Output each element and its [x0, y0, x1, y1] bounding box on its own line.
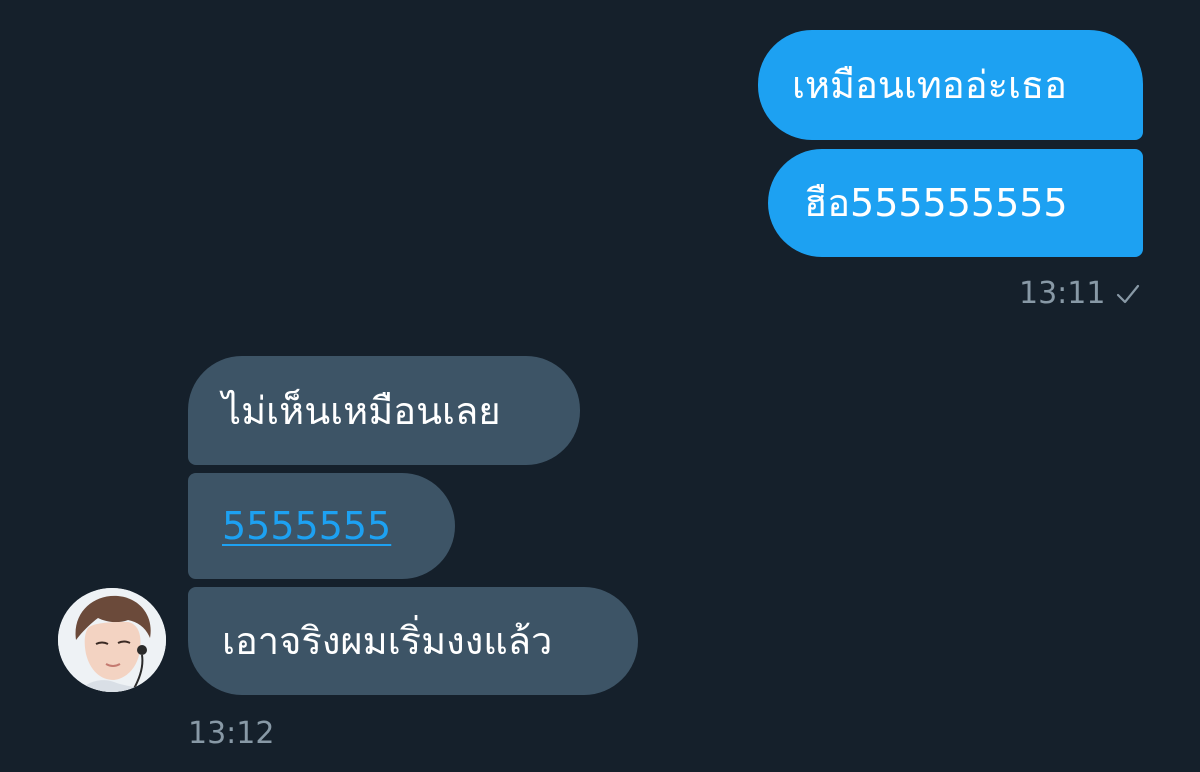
avatar-image [58, 588, 166, 692]
incoming-message-bubble[interactable]: 5555555 [188, 473, 455, 579]
outgoing-message-bubble[interactable]: เหมือนเทออ่ะเธอ [758, 30, 1143, 140]
message-text: ฮือ555555555 [804, 181, 1068, 225]
message-text: เอาจริงผมเริ่มงงแล้ว [222, 619, 553, 663]
avatar[interactable] [58, 588, 166, 692]
timestamp-text: 13:11 [1019, 276, 1106, 311]
incoming-timestamp: 13:12 [188, 716, 275, 751]
incoming-message-bubble[interactable]: ไม่เห็นเหมือนเลย [188, 356, 580, 465]
message-link[interactable]: 5555555 [222, 507, 391, 545]
outgoing-timestamp: 13:11 [1019, 276, 1141, 311]
outgoing-message-bubble[interactable]: ฮือ555555555 [768, 149, 1143, 257]
message-text: ไม่เห็นเหมือนเลย [222, 388, 501, 433]
message-text: เหมือนเทออ่ะเธอ [792, 63, 1067, 107]
check-icon [1117, 284, 1140, 303]
incoming-message-bubble[interactable]: เอาจริงผมเริ่มงงแล้ว [188, 587, 638, 695]
